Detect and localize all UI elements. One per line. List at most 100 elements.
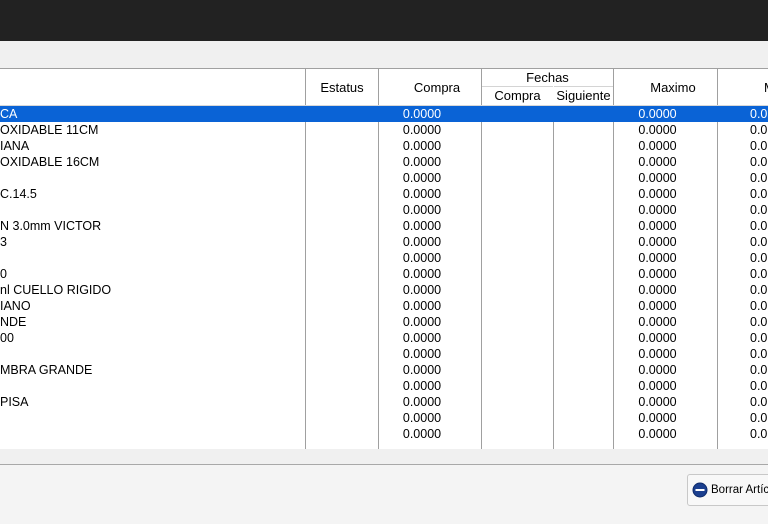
table-row[interactable]: 0.0000 0.0000 0.0 xyxy=(0,202,768,218)
column-header-estatus[interactable]: Estatus xyxy=(306,69,378,105)
cell-compra: 0.0000 xyxy=(402,379,442,393)
cell-extra: 0.0 xyxy=(750,267,768,281)
cell-compra: 0.0000 xyxy=(402,203,442,217)
cell-desc: PISA xyxy=(0,395,29,409)
table-row[interactable]: 0.0000 0.0000 0.0 xyxy=(0,378,768,394)
table-row[interactable]: 0.0000 0.0000 0.0 xyxy=(0,346,768,362)
cell-desc: C.14.5 xyxy=(0,187,37,201)
cell-maximo: 0.0000 xyxy=(638,427,677,441)
column-header-compra[interactable]: Compra xyxy=(379,69,481,105)
column-header-maximo[interactable]: Maximo xyxy=(614,69,717,105)
cell-extra: 0.0 xyxy=(750,251,768,265)
cell-extra: 0.0 xyxy=(750,187,768,201)
cell-extra: 0.0 xyxy=(750,203,768,217)
table-row[interactable]: IANA 0.0000 0.0000 0.0 xyxy=(0,138,768,154)
column-header-fechas-compra[interactable]: Compra xyxy=(482,86,553,105)
table-row[interactable]: 0.0000 0.0000 0.0 xyxy=(0,410,768,426)
cell-desc: MBRA GRANDE xyxy=(0,363,93,377)
cell-extra: 0.0 xyxy=(750,283,768,297)
cell-maximo: 0.0000 xyxy=(638,139,677,153)
cell-desc: N 3.0mm VICTOR xyxy=(0,219,102,233)
cell-maximo: 0.0000 xyxy=(638,187,677,201)
cell-extra: 0.0 xyxy=(750,123,768,137)
cell-maximo: 0.0000 xyxy=(638,315,677,329)
cell-extra: 0.0 xyxy=(750,107,768,121)
cell-compra: 0.0000 xyxy=(402,219,442,233)
cell-desc: IANO xyxy=(0,299,31,313)
bottom-panel xyxy=(0,465,768,524)
cell-compra: 0.0000 xyxy=(402,267,442,281)
cell-compra: 0.0000 xyxy=(402,331,442,345)
cell-extra: 0.0 xyxy=(750,379,768,393)
header-label: Compra xyxy=(413,80,461,95)
table-row[interactable]: IANO 0.0000 0.0000 0.0 xyxy=(0,298,768,314)
cell-desc: NDE xyxy=(0,315,27,329)
cell-compra: 0.0000 xyxy=(402,315,442,329)
table-row[interactable]: C.14.5 0.0000 0.0000 0.0 xyxy=(0,186,768,202)
cell-compra: 0.0000 xyxy=(402,363,442,377)
cell-compra: 0.0000 xyxy=(402,155,442,169)
cell-compra: 0.0000 xyxy=(402,123,442,137)
cell-maximo: 0.0000 xyxy=(638,347,677,361)
cell-extra: 0.0 xyxy=(750,139,768,153)
table-row[interactable]: 0 0.0000 0.0000 0.0 xyxy=(0,266,768,282)
cell-compra: 0.0000 xyxy=(402,235,442,249)
cell-extra: 0.0 xyxy=(750,171,768,185)
minus-circle-icon xyxy=(692,482,708,498)
cell-desc xyxy=(0,250,300,266)
cell-desc: CA xyxy=(0,107,18,121)
table-row[interactable]: 0.0000 0.0000 0.0 xyxy=(0,250,768,266)
cell-maximo: 0.0000 xyxy=(638,171,677,185)
cell-desc: OXIDABLE 11CM xyxy=(0,123,99,137)
cell-maximo: 0.0000 xyxy=(638,251,677,265)
cell-extra: 0.0 xyxy=(750,363,768,377)
table-row[interactable]: nl CUELLO RIGIDO 0.0000 0.0000 0.0 xyxy=(0,282,768,298)
cell-desc xyxy=(0,426,300,442)
cell-compra: 0.0000 xyxy=(402,139,442,153)
header-label: Maximo xyxy=(650,80,696,95)
cell-maximo: 0.0000 xyxy=(638,203,677,217)
table-row[interactable]: OXIDABLE 11CM 0.0000 0.0000 0.0 xyxy=(0,122,768,138)
cell-extra: 0.0 xyxy=(750,219,768,233)
cell-extra: 0.0 xyxy=(750,347,768,361)
cell-maximo: 0.0000 xyxy=(638,379,677,393)
cell-extra: 0.0 xyxy=(750,427,768,441)
cell-compra: 0.0000 xyxy=(402,347,442,361)
table-row[interactable]: OXIDABLE 16CM 0.0000 0.0000 0.0 xyxy=(0,154,768,170)
table-row[interactable]: CA 0.0000 0.0000 0.0 xyxy=(0,106,768,122)
delete-article-label: Borrar Artícu xyxy=(711,484,768,496)
cell-maximo: 0.0000 xyxy=(638,235,677,249)
table-row[interactable]: PISA 0.0000 0.0000 0.0 xyxy=(0,394,768,410)
cell-compra: 0.0000 xyxy=(402,187,442,201)
toolbar-strip xyxy=(0,41,768,55)
cell-maximo: 0.0000 xyxy=(638,395,677,409)
cell-desc xyxy=(0,202,300,218)
column-header-fechas-siguiente[interactable]: Siguiente xyxy=(554,86,613,105)
cell-extra: 0.0 xyxy=(750,315,768,329)
delete-article-button[interactable]: Borrar Artícu xyxy=(687,474,768,506)
table-row[interactable]: MBRA GRANDE 0.0000 0.0000 0.0 xyxy=(0,362,768,378)
table-row[interactable]: 00 0.0000 0.0000 0.0 xyxy=(0,330,768,346)
table-row[interactable]: 0.0000 0.0000 0.0 xyxy=(0,170,768,186)
cell-extra: 0.0 xyxy=(750,299,768,313)
cell-desc: 0 xyxy=(0,267,7,281)
cell-compra: 0.0000 xyxy=(402,283,442,297)
table-row[interactable]: N 3.0mm VICTOR 0.0000 0.0000 0.0 xyxy=(0,218,768,234)
cell-compra: 0.0000 xyxy=(402,427,442,441)
table-row[interactable]: NDE 0.0000 0.0000 0.0 xyxy=(0,314,768,330)
table-row[interactable]: 3 0.0000 0.0000 0.0 xyxy=(0,234,768,250)
cell-maximo: 0.0000 xyxy=(638,267,677,281)
grid-footer-strip xyxy=(0,449,768,464)
window-titlebar xyxy=(0,0,768,41)
cell-desc: 3 xyxy=(0,235,7,249)
cell-extra: 0.0 xyxy=(750,411,768,425)
column-header-next[interactable]: M xyxy=(718,69,768,105)
cell-maximo: 0.0000 xyxy=(638,219,677,233)
cell-compra: 0.0000 xyxy=(402,411,442,425)
cell-compra: 0.0000 xyxy=(402,107,442,121)
cell-maximo: 0.0000 xyxy=(638,411,677,425)
header-label: Compra xyxy=(494,88,541,103)
cell-extra: 0.0 xyxy=(750,235,768,249)
articles-grid[interactable]: Estatus Compra Fechas Compra Siguiente M… xyxy=(0,68,768,449)
table-row[interactable]: 0.0000 0.0000 0.0 xyxy=(0,426,768,442)
